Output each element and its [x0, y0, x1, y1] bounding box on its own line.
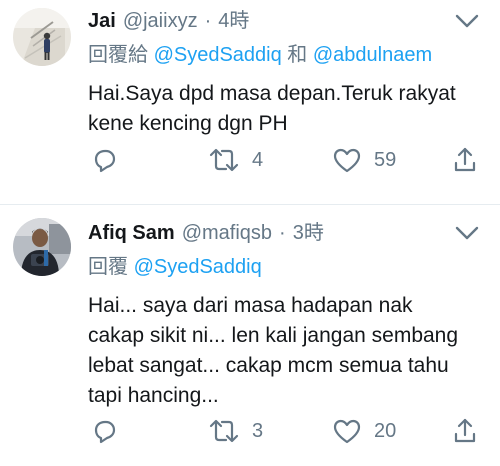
- reply-prefix: 回覆給: [88, 44, 148, 66]
- separator-dot: ·: [204, 10, 212, 32]
- share-button[interactable]: [452, 146, 478, 174]
- like-button[interactable]: 20: [332, 417, 396, 445]
- handle[interactable]: @jaiixyz: [123, 8, 198, 34]
- retweet-icon: [209, 148, 239, 172]
- mention-link[interactable]: @SyedSaddiq: [154, 44, 282, 66]
- reply-icon: [94, 149, 116, 173]
- display-name[interactable]: Jai: [88, 8, 116, 34]
- like-icon: [333, 419, 361, 444]
- tweet-header: Afiq Sam @mafiqsb · 3時: [88, 220, 486, 246]
- tweet-header: Jai @jaiixyz · 4時: [88, 8, 486, 34]
- retweet-button[interactable]: 3: [208, 417, 263, 445]
- retweet-count: 4: [252, 148, 264, 171]
- like-button[interactable]: 59: [332, 146, 396, 174]
- like-count: 59: [374, 148, 397, 171]
- retweet-icon: [209, 419, 239, 443]
- mention-link[interactable]: @SyedSaddiq: [134, 256, 262, 278]
- like-icon: [333, 148, 361, 173]
- timestamp[interactable]: 3時: [293, 220, 324, 246]
- handle[interactable]: @mafiqsb: [182, 220, 272, 246]
- reply-joiner: 和: [287, 44, 308, 66]
- share-icon: [454, 418, 476, 443]
- reply-button[interactable]: [90, 146, 118, 174]
- retweet-button[interactable]: 4: [208, 146, 263, 174]
- reply-button[interactable]: [90, 417, 118, 445]
- share-button[interactable]: [452, 417, 478, 445]
- reply-context: 回覆給 @SyedSaddiq 和 @abdulnaem: [88, 42, 486, 68]
- share-icon: [454, 147, 476, 172]
- tweet-actions: 4 59: [88, 145, 486, 175]
- tweet-text: Hai... saya dari masa hadapan nak cakap …: [88, 294, 459, 407]
- avatar[interactable]: [13, 8, 71, 66]
- reply-prefix: 回覆: [88, 256, 128, 278]
- avatar[interactable]: [13, 218, 71, 276]
- tweet-text: Hai.Saya dpd masa depan.Teruk rakyat ken…: [88, 82, 456, 135]
- retweet-count: 3: [252, 419, 264, 442]
- tweet[interactable]: Jai @jaiixyz · 4時 回覆給 @SyedSaddiq 和 @abd…: [0, 0, 500, 205]
- timestamp[interactable]: 4時: [218, 8, 249, 34]
- like-count: 20: [374, 419, 397, 442]
- tweet-body: Jai @jaiixyz · 4時 回覆給 @SyedSaddiq 和 @abd…: [88, 8, 486, 139]
- tweet[interactable]: Afiq Sam @mafiqsb · 3時 回覆 @SyedSaddiq Ha…: [0, 205, 500, 466]
- reply-icon: [94, 420, 116, 444]
- separator-dot: ·: [279, 222, 286, 244]
- tweet-body: Afiq Sam @mafiqsb · 3時 回覆 @SyedSaddiq Ha…: [88, 220, 486, 411]
- chevron-down-icon[interactable]: [454, 12, 480, 30]
- mention-link[interactable]: @abdulnaem: [313, 44, 432, 66]
- chevron-down-icon[interactable]: [454, 224, 480, 242]
- tweet-actions: 3 20: [88, 416, 486, 446]
- reply-context: 回覆 @SyedSaddiq: [88, 254, 486, 280]
- display-name[interactable]: Afiq Sam: [88, 220, 175, 246]
